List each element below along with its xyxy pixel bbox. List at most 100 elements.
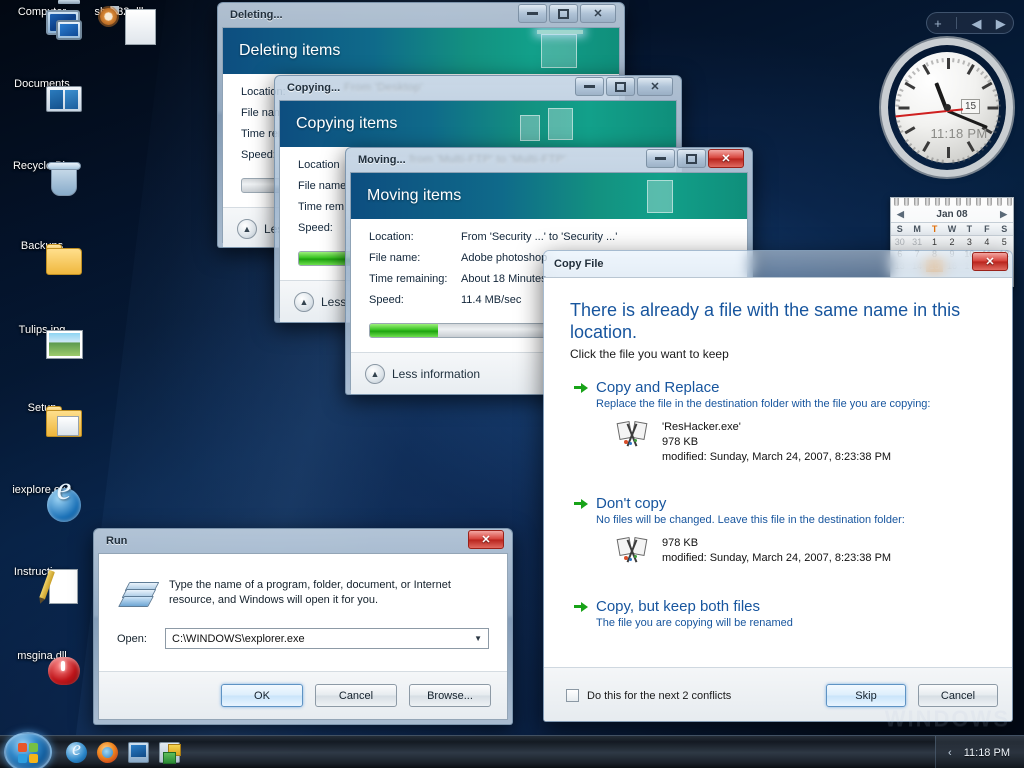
toolbar-divider [956,17,957,29]
calendar-dow-2: T [926,223,943,235]
dont-copy-option[interactable]: Don't copy No files will be changed. Lea… [574,495,1012,566]
copying-hero-banner: Copying items [280,101,676,147]
row-value: Adobe photoshop [461,252,547,264]
desktop-icon-setup[interactable]: Setup [3,402,81,415]
detail-row: Location:From 'Security ...' to 'Securit… [369,231,747,243]
chevron-up-icon[interactable]: ▲ [294,292,314,312]
deleting-window-buttons[interactable]: ✕ [518,4,616,23]
maximize-button[interactable] [606,77,635,96]
recycle-bin-hero-icon [541,34,577,68]
close-button[interactable]: ✕ [580,4,616,23]
copy-file-subheading: Click the file you want to keep [544,343,1012,361]
windows-logo-icon [18,743,40,764]
internet-explorer-icon[interactable] [66,742,87,763]
start-button[interactable] [4,732,52,768]
clock-center-pin [944,104,951,111]
open-label: Open: [117,633,165,645]
next-gadget-icon[interactable]: ▶ [996,17,1006,30]
chevron-up-icon[interactable]: ▲ [237,219,257,239]
copy-file-window-buttons[interactable]: ✕ [972,252,1008,271]
option-title[interactable]: Copy, but keep both files [596,598,760,615]
moving-hero-text: Moving items [367,187,461,205]
run-title-text: Run [106,535,127,547]
desktop-icon-backups[interactable]: Backups [3,240,81,253]
cancel-button[interactable]: Cancel [918,684,998,707]
run-command-combobox[interactable]: C:\WINDOWS\explorer.exe ▼ [165,628,489,649]
prev-gadget-icon[interactable]: ◀ [971,17,981,30]
taskbar-clock[interactable]: 11:18 PM [964,747,1010,759]
close-button[interactable]: ✕ [708,149,744,168]
minimize-button[interactable] [646,149,675,168]
minimize-button[interactable] [518,4,547,23]
deleting-titlebar[interactable]: Deleting... ✕ [222,3,620,27]
calendar-day[interactable]: 3 [961,236,978,248]
calendar-day[interactable]: 1 [926,236,943,248]
show-hidden-icons-icon[interactable]: ‹ [948,747,952,759]
conflicts-checkbox-row[interactable]: Do this for the next 2 conflicts [566,689,731,702]
skip-button[interactable]: Skip [826,684,906,707]
desktop-icon-shell32[interactable]: shell32.dll [80,6,158,19]
minimize-button[interactable] [575,77,604,96]
close-button[interactable]: ✕ [972,252,1008,271]
calendar-day[interactable]: 31 [908,236,925,248]
desktop-icon-instructions[interactable]: Instructions [3,566,81,579]
calendar-day[interactable]: 5 [996,236,1013,248]
copying-titlebar[interactable]: Copying... From 'Desktop' ✕ [279,76,677,100]
calendar-day[interactable]: 4 [978,236,995,248]
copy-file-footer: Do this for the next 2 conflicts Skip Ca… [544,667,1012,722]
clock-face: 15 11:18 PM [888,45,1006,170]
sidebar-header-toolbar[interactable]: + ◀ ▶ [926,12,1014,34]
maximize-button[interactable] [549,4,578,23]
ok-button[interactable]: OK [221,684,303,707]
close-button[interactable]: ✕ [637,77,673,96]
run-command-input[interactable]: C:\WINDOWS\explorer.exe [172,633,474,645]
desktop-icon-iexplore[interactable]: iexplore.exe [3,484,81,497]
add-gadget-icon[interactable]: + [934,17,942,30]
calendar-day[interactable]: 30 [891,236,908,248]
copy-and-replace-option[interactable]: Copy and Replace Replace the file in the… [574,379,1012,465]
run-dialog[interactable]: Run ✕ Type the name of a program, folder… [93,528,513,725]
show-desktop-icon[interactable] [128,742,149,763]
chevron-down-icon[interactable]: ▼ [474,634,482,643]
copy-file-titlebar[interactable]: Copy File ✕ [544,251,1012,277]
quick-launch-bar[interactable] [66,742,180,763]
copying-title-subtext: From 'Desktop' [344,82,423,94]
file-modified: modified: Sunday, March 24, 2007, 8:23:3… [662,551,891,566]
clock-gadget[interactable]: 15 11:18 PM [883,42,1011,180]
switch-windows-icon[interactable] [159,742,180,763]
system-tray[interactable]: ‹ 11:18 PM [935,736,1024,768]
copying-window-buttons[interactable]: ✕ [575,77,673,96]
browse-button[interactable]: Browse... [409,684,491,707]
desktop-icon-tulips[interactable]: Tulips.jpg [3,324,81,337]
close-button[interactable]: ✕ [468,530,504,549]
desktop-icon-documents[interactable]: Documents [3,78,81,91]
chevron-up-icon[interactable]: ▲ [365,364,385,384]
option-title[interactable]: Don't copy [596,495,666,512]
less-information-label[interactable]: Less information [392,367,480,381]
copy-keep-both-option[interactable]: Copy, but keep both files The file you a… [574,598,1012,629]
cancel-button[interactable]: Cancel [315,684,397,707]
run-titlebar[interactable]: Run ✕ [98,529,508,553]
copy-file-dialog[interactable]: Copy File ✕ There is already a file with… [543,250,1013,722]
taskbar[interactable]: ‹ 11:18 PM [0,735,1024,768]
clock-second-hand [895,110,947,117]
desktop-icon-msgina[interactable]: msgina.dll [3,650,81,663]
run-open-row: Open: C:\WINDOWS\explorer.exe ▼ [99,618,507,671]
option-title[interactable]: Copy and Replace [596,379,719,396]
moving-window-buttons[interactable]: ✕ [646,149,744,168]
row-value: About 18 Minutes [461,273,547,285]
copy-file-heading: There is already a file with the same na… [544,278,1012,343]
file-modified: modified: Sunday, March 24, 2007, 8:23:3… [662,450,891,465]
maximize-button[interactable] [677,149,706,168]
desktop-icon-computer[interactable]: Computer [3,6,81,19]
moving-titlebar[interactable]: Moving... from 'Multi-FTP' to 'Multi-FTP… [350,148,748,172]
progress-fill [370,324,438,337]
conflicts-checkbox[interactable] [566,689,579,702]
firefox-icon[interactable] [97,742,118,763]
calendar-day[interactable]: 2 [943,236,960,248]
calendar-next-icon[interactable]: ▶ [1000,209,1007,220]
run-window-buttons[interactable]: ✕ [468,530,504,549]
calendar-dow-3: W [943,223,960,235]
calendar-prev-icon[interactable]: ◀ [897,209,904,220]
desktop-icon-recycle-bin[interactable]: Recycle Bin [3,160,81,173]
